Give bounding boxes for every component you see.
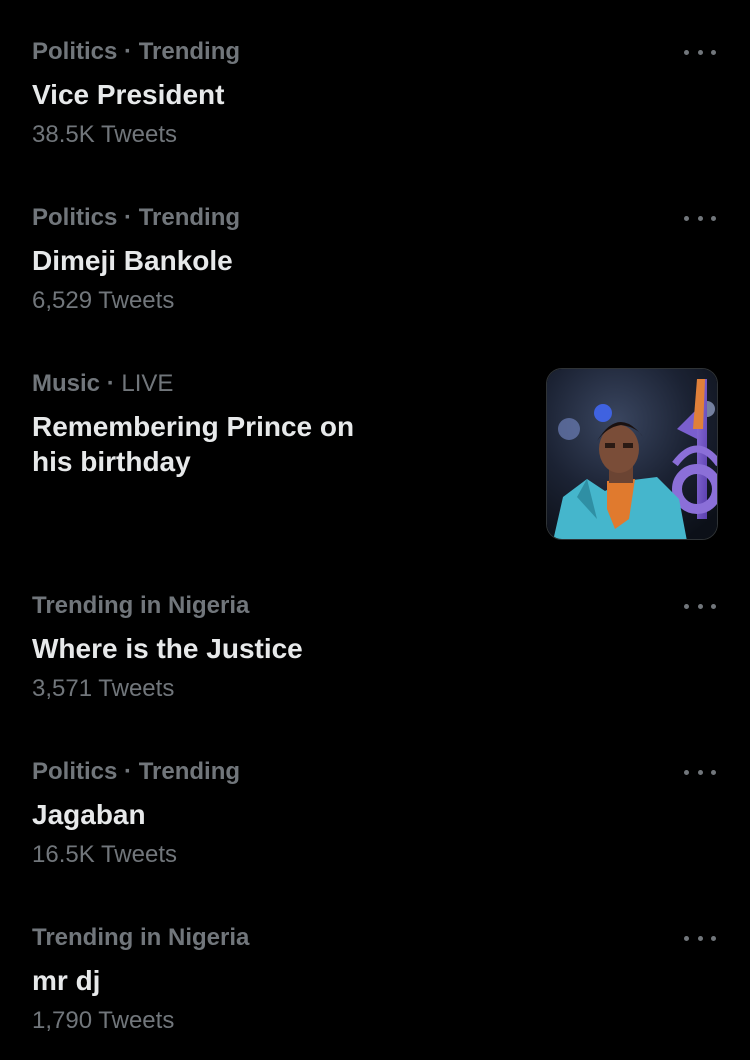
trend-item[interactable]: Politics · Trending Dimeji Bankole 6,529…: [0, 166, 750, 332]
trend-name[interactable]: Vice President: [32, 77, 224, 112]
more-horizontal-icon[interactable]: [684, 928, 716, 948]
trend-tweet-count: 6,529 Tweets: [32, 287, 175, 314]
trend-name[interactable]: Remembering Prince on his birthday: [32, 409, 402, 479]
trend-context: Politics · Trending: [32, 204, 240, 232]
trend-tweet-count: 1,790 Tweets: [32, 1007, 175, 1034]
trend-category: Music: [32, 370, 101, 397]
trend-name[interactable]: Jagaban: [32, 797, 146, 832]
trend-name[interactable]: Where is the Justice: [32, 631, 303, 666]
trend-tweet-count: 38.5K Tweets: [32, 121, 177, 148]
trend-context: Politics · Trending: [32, 38, 240, 66]
more-horizontal-icon[interactable]: [684, 762, 716, 782]
trend-category: Politics: [32, 204, 118, 231]
trend-separator: ·: [124, 38, 139, 65]
trend-item[interactable]: Trending in Nigeria mr dj 1,790 Tweets: [0, 886, 750, 1060]
trend-category: Trending in Nigeria: [32, 924, 250, 951]
trend-category: Trending in Nigeria: [32, 592, 250, 619]
more-horizontal-icon[interactable]: [684, 596, 716, 616]
trend-separator: ·: [124, 758, 139, 785]
trend-category: Politics: [32, 758, 118, 785]
trend-separator: ·: [106, 370, 122, 397]
trend-status: Trending: [138, 38, 241, 65]
trend-context: Politics · Trending: [32, 758, 240, 786]
trend-status: Trending: [138, 204, 241, 231]
prince-thumbnail-image[interactable]: [546, 368, 718, 540]
trend-context: Trending in Nigeria: [32, 592, 249, 620]
trend-tweet-count: 16.5K Tweets: [32, 841, 177, 868]
trend-name[interactable]: Dimeji Bankole: [32, 243, 233, 278]
more-horizontal-icon[interactable]: [684, 42, 716, 62]
trend-tweet-count: 3,571 Tweets: [32, 675, 175, 702]
trend-item-live[interactable]: Music · LIVE Remembering Prince on his b…: [0, 332, 750, 554]
more-horizontal-icon[interactable]: [684, 208, 716, 228]
trend-item[interactable]: Politics · Trending Jagaban 16.5K Tweets: [0, 720, 750, 886]
trend-item[interactable]: Politics · Trending Vice President 38.5K…: [0, 0, 750, 166]
trend-item[interactable]: Trending in Nigeria Where is the Justice…: [0, 554, 750, 720]
trend-category: Politics: [32, 38, 118, 65]
trend-name[interactable]: mr dj: [32, 963, 100, 998]
trend-status: Trending: [138, 758, 241, 785]
trend-live-label: LIVE: [121, 370, 174, 397]
trend-context: Trending in Nigeria: [32, 924, 249, 952]
trend-context: Music · LIVE: [32, 370, 173, 398]
trend-separator: ·: [124, 204, 139, 231]
